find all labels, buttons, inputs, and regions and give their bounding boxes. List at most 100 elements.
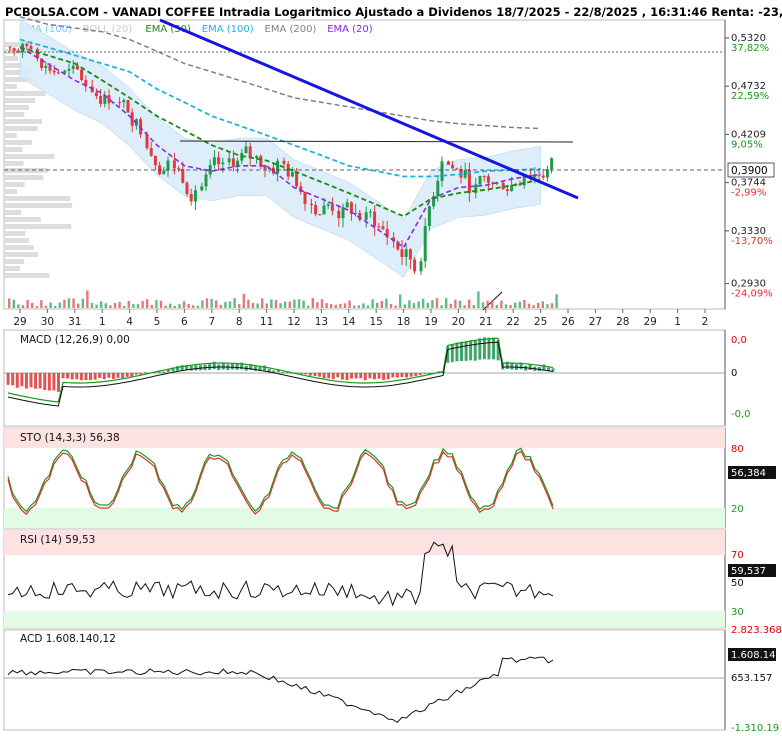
- candle-body: [80, 69, 84, 81]
- price-tick-pct: -2,99%: [731, 188, 766, 199]
- volume-bar: [109, 305, 112, 308]
- macd-histogram-bar: [79, 373, 83, 381]
- macd-histogram-bar: [29, 373, 33, 388]
- volume-bar: [54, 305, 57, 308]
- macd-histogram-bar: [107, 373, 111, 378]
- candle-body: [478, 175, 482, 185]
- volume-bar: [417, 301, 420, 308]
- volume-bar: [242, 293, 245, 308]
- volume-bar: [371, 299, 374, 308]
- candle-body: [368, 211, 372, 213]
- volume-bar: [297, 299, 301, 308]
- macd-histogram-bar: [121, 373, 125, 379]
- candle-body: [541, 175, 545, 178]
- volume-bar: [486, 300, 489, 308]
- macd-histogram-bar: [11, 373, 15, 386]
- volume-profile-bar: [4, 175, 44, 180]
- acd-last-value: 1.608.140: [731, 650, 782, 661]
- volume-bar: [164, 305, 167, 308]
- price-tick-pct: -13,70%: [731, 236, 773, 247]
- macd-histogram-bar: [47, 373, 51, 391]
- macd-histogram-bar: [38, 373, 42, 389]
- macd-histogram-bar: [24, 373, 28, 389]
- volume-bar: [435, 298, 439, 308]
- macd-histogram-bar: [194, 365, 198, 371]
- macd-histogram-bar: [350, 373, 354, 379]
- volume-bar: [366, 305, 370, 308]
- date-label: 22: [507, 316, 520, 328]
- date-label: 29: [13, 316, 26, 328]
- candle-body: [255, 156, 259, 159]
- date-label: 14: [342, 316, 356, 328]
- macd-histogram-bar: [386, 373, 390, 380]
- volume-bar: [12, 299, 15, 308]
- volume-bar: [40, 300, 43, 308]
- macd-histogram-bar: [102, 373, 106, 380]
- rsi-oversold-zone: [4, 611, 725, 628]
- last-price-label: 0,3900: [731, 165, 768, 177]
- volume-profile-bar: [4, 231, 26, 236]
- volume-profile-bar: [4, 147, 23, 152]
- volume-bar: [431, 300, 434, 308]
- candle-body: [25, 43, 29, 47]
- macd-histogram-bar: [263, 365, 267, 371]
- candle-body: [153, 155, 157, 166]
- volume-bar: [403, 304, 406, 308]
- rsi-label: RSI (14) 59,53: [20, 534, 95, 546]
- volume-bar: [187, 303, 190, 308]
- macd-histogram-bar: [423, 373, 427, 374]
- volume-bar: [196, 305, 199, 308]
- macd-histogram-bar: [482, 337, 486, 360]
- volume-bar: [219, 304, 222, 308]
- macd-histogram-bar: [116, 373, 120, 378]
- sto-axis-20: 20: [731, 504, 744, 515]
- volume-bar: [63, 299, 66, 308]
- candle-body: [8, 47, 12, 49]
- candle-body: [486, 176, 490, 183]
- candle-body: [145, 134, 149, 149]
- date-label: 27: [589, 316, 602, 328]
- acd-axis-top: 2.823.368: [731, 625, 782, 636]
- volume-bar: [201, 300, 204, 308]
- volume-bar: [477, 291, 480, 308]
- volume-bar: [481, 302, 485, 308]
- volume-bar: [550, 303, 554, 308]
- candle-body: [244, 146, 248, 154]
- volume-bar: [274, 299, 278, 308]
- volume-bar: [343, 303, 347, 308]
- candle-body: [162, 170, 166, 175]
- candle-body: [295, 172, 299, 187]
- volume-profile-bar: [4, 224, 72, 229]
- candle-body: [130, 112, 134, 126]
- macd-histogram-bar: [455, 342, 459, 362]
- acd-axis-bot: -1.310.19: [731, 723, 779, 732]
- macd-histogram-bar: [327, 373, 331, 379]
- candle-body: [364, 212, 368, 220]
- volume-profile-bar: [4, 56, 19, 61]
- macd-histogram-bar: [487, 337, 491, 360]
- date-label: 18: [397, 316, 410, 328]
- macd-histogram-bar: [221, 363, 225, 370]
- date-label: 4: [126, 316, 133, 328]
- volume-bar: [159, 300, 163, 308]
- volume-bar: [307, 305, 310, 308]
- macd-histogram-bar: [98, 373, 102, 378]
- macd-histogram-bar: [336, 373, 340, 378]
- date-label: 31: [68, 316, 81, 328]
- volume-bar: [113, 302, 117, 308]
- macd-histogram-bar: [363, 373, 367, 381]
- candle-body: [419, 261, 423, 272]
- volume-bar: [210, 298, 213, 308]
- volume-bar: [44, 305, 48, 308]
- volume-bar: [320, 299, 324, 308]
- legend-item: EMA (20): [327, 24, 373, 35]
- macd-histogram-bar: [75, 373, 79, 380]
- volume-bar: [100, 301, 103, 308]
- candle-body: [408, 249, 412, 260]
- candle-body: [189, 194, 193, 202]
- macd-histogram-bar: [70, 373, 74, 380]
- macd-label: MACD (12,26,9) 0,00: [20, 334, 130, 346]
- candle-body: [12, 48, 16, 51]
- volume-bar: [514, 302, 517, 308]
- macd-histogram-bar: [469, 340, 473, 361]
